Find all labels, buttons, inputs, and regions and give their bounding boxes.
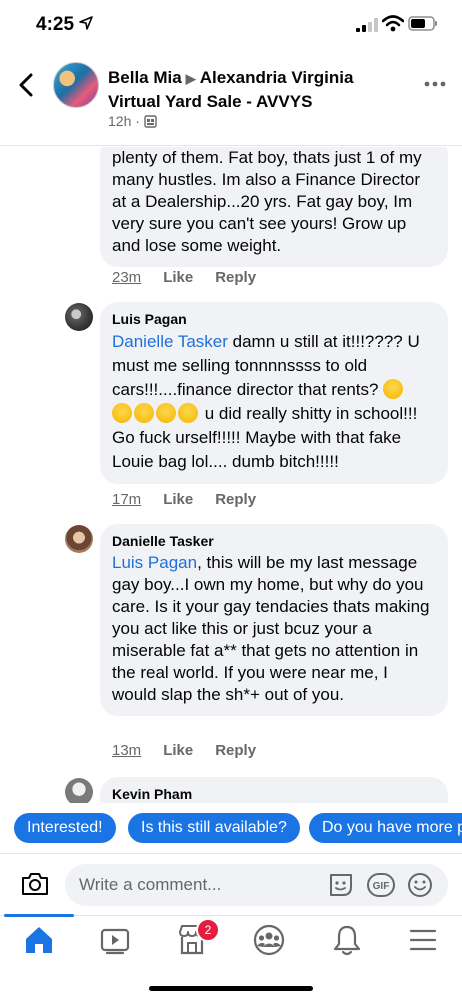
like-button[interactable]: Like [163,742,193,759]
mention-link[interactable]: Luis Pagan [112,553,197,572]
quick-reply-chip[interactable]: Do you have more p [309,813,462,843]
quick-reply-chip[interactable]: Is this still available? [128,813,300,843]
post-header: Bella Mia ▶ Alexandria Virginia Virtual Ya… [0,50,462,146]
comment-time[interactable]: 13m [112,742,141,759]
battery-icon [408,16,437,31]
gif-icon[interactable]: GIF [367,873,395,897]
comment-time[interactable]: 17m [112,491,141,508]
svg-text:GIF: GIF [373,881,390,892]
comment-time[interactable]: 23m [112,269,141,286]
camera-icon[interactable] [20,870,50,898]
active-tab-indicator [4,914,74,917]
avatar[interactable] [65,525,93,553]
home-indicator [149,986,313,991]
reply-button[interactable]: Reply [215,491,256,508]
comment-bubble[interactable]: Kevin Pham [100,777,448,803]
emoji-icon[interactable] [407,872,433,898]
comment-bubble[interactable]: Luis Pagan Danielle Tasker damn u still … [100,302,448,484]
like-button[interactable]: Like [163,491,193,508]
marketplace-badge: 2 [196,918,220,942]
sticker-icon[interactable] [327,872,355,898]
menu-icon[interactable] [405,922,441,958]
thinking-emoji-icon [112,403,132,423]
group-avatar[interactable] [53,62,99,108]
comment-placeholder: Write a comment... [79,875,222,894]
groups-icon[interactable] [251,922,287,958]
comment-bubble[interactable]: Danielle Tasker Luis Pagan, this will be… [100,524,448,716]
more-options-icon[interactable] [424,80,446,88]
comment-text: Danielle Tasker damn u still at it!!!???… [112,330,436,474]
comment-author[interactable]: Danielle Tasker [112,532,436,550]
comment-text: plenty of them. Fat boy, thats just 1 of… [112,148,422,255]
reply-button[interactable]: Reply [215,269,256,286]
group-privacy-icon [144,114,157,128]
comment-bubble[interactable]: plenty of them. Fat boy, thats just 1 of… [100,147,448,267]
post-meta: 12h · [108,113,157,129]
home-icon[interactable] [21,922,57,958]
cellular-signal-icon [356,18,378,32]
comment-input[interactable]: Write a comment... GIF [65,864,448,906]
status-time: 4:25 [36,14,75,35]
bottom-tab-bar: 2 [0,914,462,1000]
status-bar: 4:25 [0,0,462,50]
comment-text: Luis Pagan, this will be my last message… [112,552,436,706]
thinking-emoji-icon [134,403,154,423]
comment-composer: Write a comment... GIF [0,853,462,915]
thinking-emoji-icon [156,403,176,423]
comment-text-part: , this will be my last message gay boy..… [112,553,430,704]
like-button[interactable]: Like [163,269,193,286]
back-chevron-icon[interactable] [16,72,38,98]
arrow-right-icon: ▶ [185,71,196,86]
post-time: 12h · [108,113,140,129]
watch-icon[interactable] [97,922,133,958]
mention-link[interactable]: Danielle Tasker [112,332,228,351]
location-arrow-icon [79,16,93,30]
comment-author[interactable]: Kevin Pham [112,785,436,803]
quick-reply-chip[interactable]: Interested! [14,813,116,843]
post-author[interactable]: Bella Mia [108,68,182,87]
comment-actions: 13m Like Reply [112,742,256,759]
comment-actions: 17m Like Reply [112,491,256,508]
post-title[interactable]: Bella Mia ▶ Alexandria Virginia Virtual Ya… [108,66,408,113]
wifi-icon [382,15,404,32]
thinking-emoji-icon [383,379,404,399]
comment-author[interactable]: Luis Pagan [112,310,436,328]
quick-replies: Interested! Is this still available? Do … [0,803,462,853]
avatar[interactable] [65,303,93,331]
avatar[interactable] [65,778,93,803]
notifications-icon[interactable] [329,922,365,958]
reply-button[interactable]: Reply [215,742,256,759]
comment-thread: plenty of them. Fat boy, thats just 1 of… [0,147,462,803]
comment-actions: 23m Like Reply [112,269,256,286]
thinking-emoji-icon [178,403,198,423]
